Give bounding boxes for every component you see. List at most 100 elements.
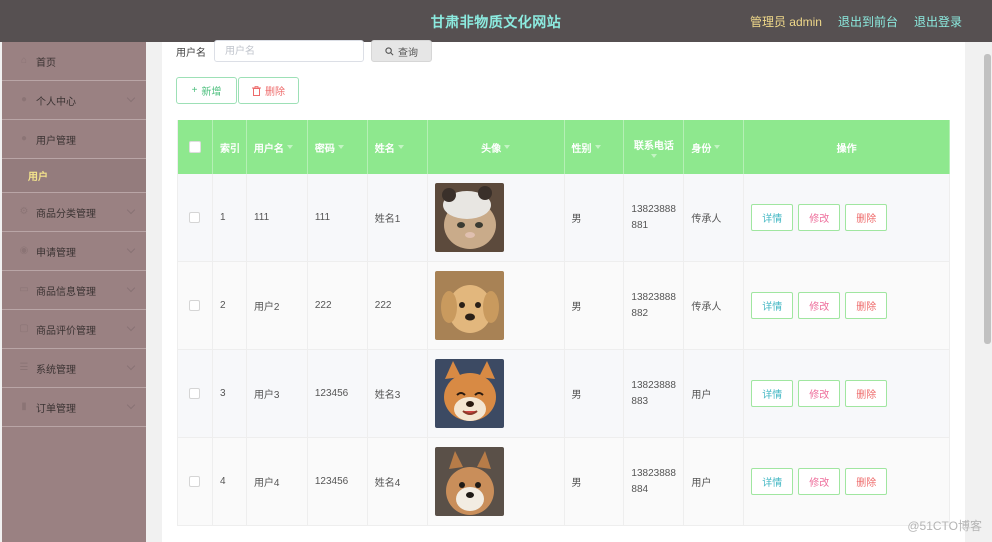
watermark: @51CTO博客: [907, 519, 982, 533]
index-cell: 4: [213, 438, 247, 525]
password-cell: 123456: [308, 350, 368, 437]
top-right-links: 管理员 admin 退出到前台 退出登录: [750, 13, 962, 30]
edit-button[interactable]: 修改: [798, 292, 841, 319]
view-button[interactable]: 详情: [751, 468, 794, 495]
add-button[interactable]: + 新增: [176, 77, 237, 104]
sidebar-item-system-management[interactable]: ☰ 系统管理: [2, 349, 146, 388]
page-scrollbar[interactable]: [983, 42, 992, 542]
sort-icon: [286, 145, 293, 149]
sidebar-item-label: 订单管理: [36, 403, 76, 415]
sort-icon: [650, 153, 657, 158]
table-row: 4 用户4 123456 姓名4 男 13823888 884 用户 详情 修改…: [178, 438, 950, 526]
chevron-down-icon: [126, 322, 136, 332]
phone-cell: 13823888 883: [624, 350, 685, 437]
plus-icon: +: [191, 85, 198, 96]
view-button[interactable]: 详情: [751, 292, 794, 319]
user-table: 索引 用户名 密码 姓名 头像 性别 联系电话 身份 操作 1 111 111 …: [177, 120, 950, 526]
sidebar-item-label: 用户: [28, 172, 48, 183]
edit-button[interactable]: 修改: [798, 380, 841, 407]
username-cell: 111: [247, 174, 308, 261]
sidebar-item-profile[interactable]: ● 个人中心: [2, 81, 146, 120]
sidebar: ⌂ 首页 ● 个人中心 ● 用户管理 用户 ⚙ 商品分类管理 ◉ 申请管理 ▭ …: [2, 42, 146, 542]
column-header[interactable]: 性别: [565, 120, 625, 174]
sidebar-item-home[interactable]: ⌂ 首页: [2, 42, 146, 81]
username-search-input[interactable]: [214, 40, 364, 62]
add-button-label: 新增: [201, 87, 222, 98]
sidebar-item-order-management[interactable]: ▮ 订单管理: [2, 388, 146, 427]
row-actions: 详情 修改 删除: [751, 204, 888, 231]
logout-link[interactable]: 退出登录: [914, 13, 962, 30]
sidebar-item-user-management[interactable]: ● 用户管理: [2, 120, 146, 159]
sort-icon: [504, 145, 511, 149]
phone-cell: 13823888 884: [624, 438, 685, 525]
main-content: 用户名 查询 + 新增 删除 索引 用户名 密码 姓名 头像 性别 联系电话 身…: [162, 40, 965, 542]
sidebar-item-label: 商品信息管理: [36, 286, 96, 298]
select-all-cell: [178, 120, 213, 174]
index-cell: 2: [213, 262, 247, 349]
folder-icon: ▭: [19, 284, 29, 295]
chevron-down-icon: [126, 283, 136, 293]
row-checkbox[interactable]: [189, 212, 201, 223]
shiba-avatar: [434, 359, 504, 428]
action-buttons: + 新增 删除: [176, 77, 299, 104]
view-button[interactable]: 详情: [751, 204, 794, 231]
gender-cell: 男: [565, 262, 625, 349]
view-button[interactable]: 详情: [751, 380, 794, 407]
column-header: 操作: [744, 120, 950, 174]
row-checkbox[interactable]: [189, 300, 201, 311]
column-header[interactable]: 联系电话: [624, 120, 685, 174]
search-button-label: 查询: [398, 47, 418, 59]
phone-cell: 13823888 882: [624, 262, 685, 349]
gender-cell: 男: [565, 174, 625, 261]
sidebar-item-review-management[interactable]: ▢ 商品评价管理: [2, 310, 146, 349]
delete-button[interactable]: 删除: [845, 204, 888, 231]
column-header[interactable]: 头像: [428, 120, 565, 174]
edit-button[interactable]: 修改: [798, 204, 841, 231]
delete-button[interactable]: 删除: [845, 468, 888, 495]
name-cell: 姓名3: [368, 350, 428, 437]
row-checkbox[interactable]: [189, 476, 201, 487]
select-all-checkbox[interactable]: [188, 141, 201, 153]
edit-button[interactable]: 修改: [798, 468, 841, 495]
column-header[interactable]: 密码: [308, 120, 368, 174]
column-header: 索引: [213, 120, 247, 174]
row-actions: 详情 修改 删除: [751, 292, 888, 319]
sidebar-item-category-management[interactable]: ⚙ 商品分类管理: [2, 193, 146, 232]
username-cell: 用户3: [247, 350, 308, 437]
column-header[interactable]: 姓名: [368, 120, 428, 174]
phone-cell: 13823888 881: [624, 174, 685, 261]
chevron-down-icon: [126, 400, 136, 410]
search-icon: [385, 46, 394, 55]
dog-avatar: [434, 447, 504, 516]
table-row: 2 用户2 222 222 男 13823888 882 传承人 详情 修改 删…: [178, 262, 950, 350]
location-icon: ◉: [19, 245, 29, 256]
table-row: 1 111 111 姓名1 男 13823888 881 传承人 详情 修改 删…: [178, 174, 950, 262]
row-actions: 详情 修改 删除: [751, 468, 888, 495]
delete-button[interactable]: 删除: [845, 380, 888, 407]
batch-delete-button[interactable]: 删除: [238, 77, 299, 104]
name-cell: 222: [368, 262, 428, 349]
sidebar-item-label: 商品评价管理: [36, 325, 96, 337]
chevron-down-icon: [126, 244, 136, 254]
sidebar-subitem-users[interactable]: 用户: [2, 159, 146, 193]
top-bar: 甘肃非物质文化网站 管理员 admin 退出到前台 退出登录: [0, 0, 992, 42]
scrollbar-thumb[interactable]: [984, 54, 991, 344]
column-header[interactable]: 用户名: [247, 120, 308, 174]
row-checkbox[interactable]: [189, 388, 201, 399]
chevron-down-icon: [126, 205, 136, 215]
username-cell: 用户2: [247, 262, 308, 349]
menu-icon: ☰: [19, 362, 29, 373]
sort-icon: [714, 145, 721, 149]
admin-role-label: 管理员 admin: [749, 15, 822, 29]
search-button[interactable]: 查询: [371, 40, 432, 62]
name-cell: 姓名1: [368, 174, 428, 261]
user-icon: ●: [20, 94, 28, 105]
delete-button[interactable]: 删除: [845, 292, 888, 319]
sidebar-item-application-management[interactable]: ◉ 申请管理: [2, 232, 146, 271]
column-header[interactable]: 身份: [684, 120, 745, 174]
puppy-avatar: [434, 271, 504, 340]
back-to-front-link[interactable]: 退出到前台: [838, 13, 898, 30]
sidebar-item-product-management[interactable]: ▭ 商品信息管理: [2, 271, 146, 310]
index-cell: 1: [213, 174, 247, 261]
row-actions: 详情 修改 删除: [751, 380, 888, 407]
